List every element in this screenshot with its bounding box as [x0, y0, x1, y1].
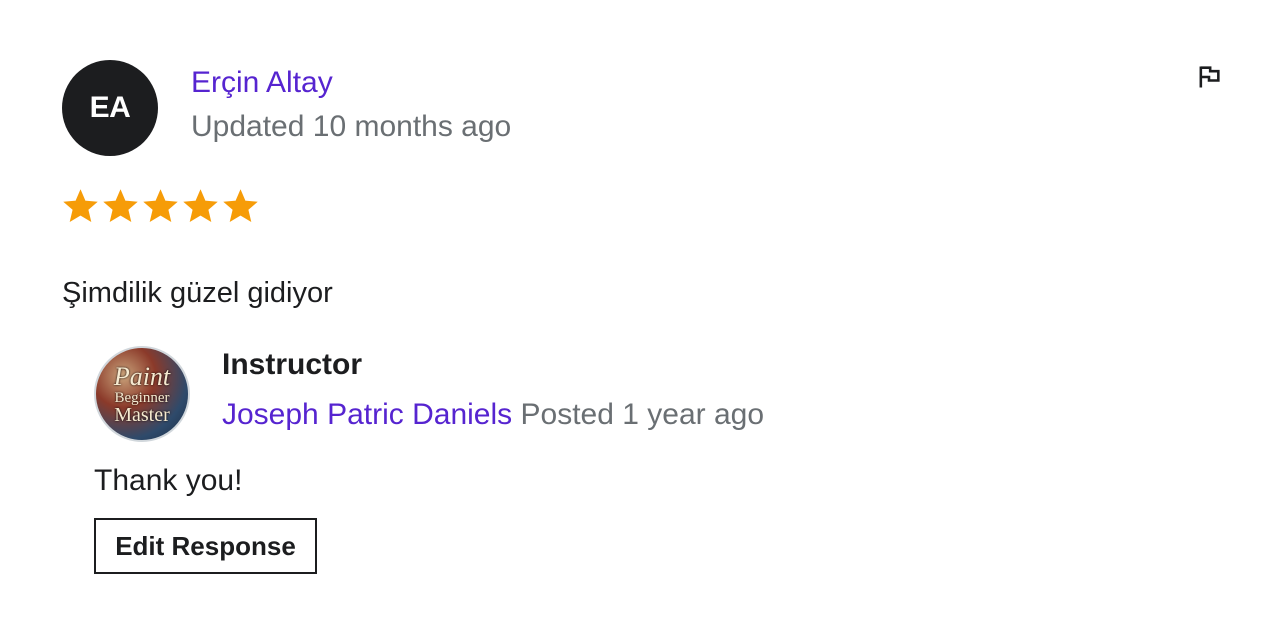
star-icon	[63, 189, 98, 222]
star-icon	[223, 189, 258, 222]
report-flag-button[interactable]	[1192, 60, 1226, 94]
star-icon	[143, 189, 178, 222]
avatar-logo-word-3: Master	[114, 404, 170, 426]
review-card: EA Erçin Altay Updated 10 months ago Şim…	[0, 0, 1286, 634]
review-text: Şimdilik güzel gidiyor	[62, 277, 333, 309]
star-rating	[62, 188, 259, 225]
avatar-logo-word-1: Paint	[113, 362, 171, 391]
instructor-role-label: Instructor	[222, 348, 363, 381]
avatar-initials: EA	[89, 91, 131, 124]
response-text: Thank you!	[94, 464, 243, 497]
edit-response-button[interactable]: Edit Response	[94, 518, 317, 574]
reviewer-name-link[interactable]: Erçin Altay	[191, 64, 333, 102]
flag-icon	[1199, 66, 1220, 88]
instructor-avatar: Paint Beginner Master	[94, 346, 190, 442]
reviewer-avatar: EA	[62, 60, 158, 156]
instructor-name-link[interactable]: Joseph Patric Daniels	[222, 398, 512, 431]
response-date: Posted 1 year ago	[520, 398, 765, 431]
instructor-meta: Joseph Patric Daniels Posted 1 year ago	[222, 396, 764, 434]
star-icon	[103, 189, 138, 222]
review-date: Updated 10 months ago	[191, 110, 512, 143]
star-icon	[183, 189, 218, 222]
